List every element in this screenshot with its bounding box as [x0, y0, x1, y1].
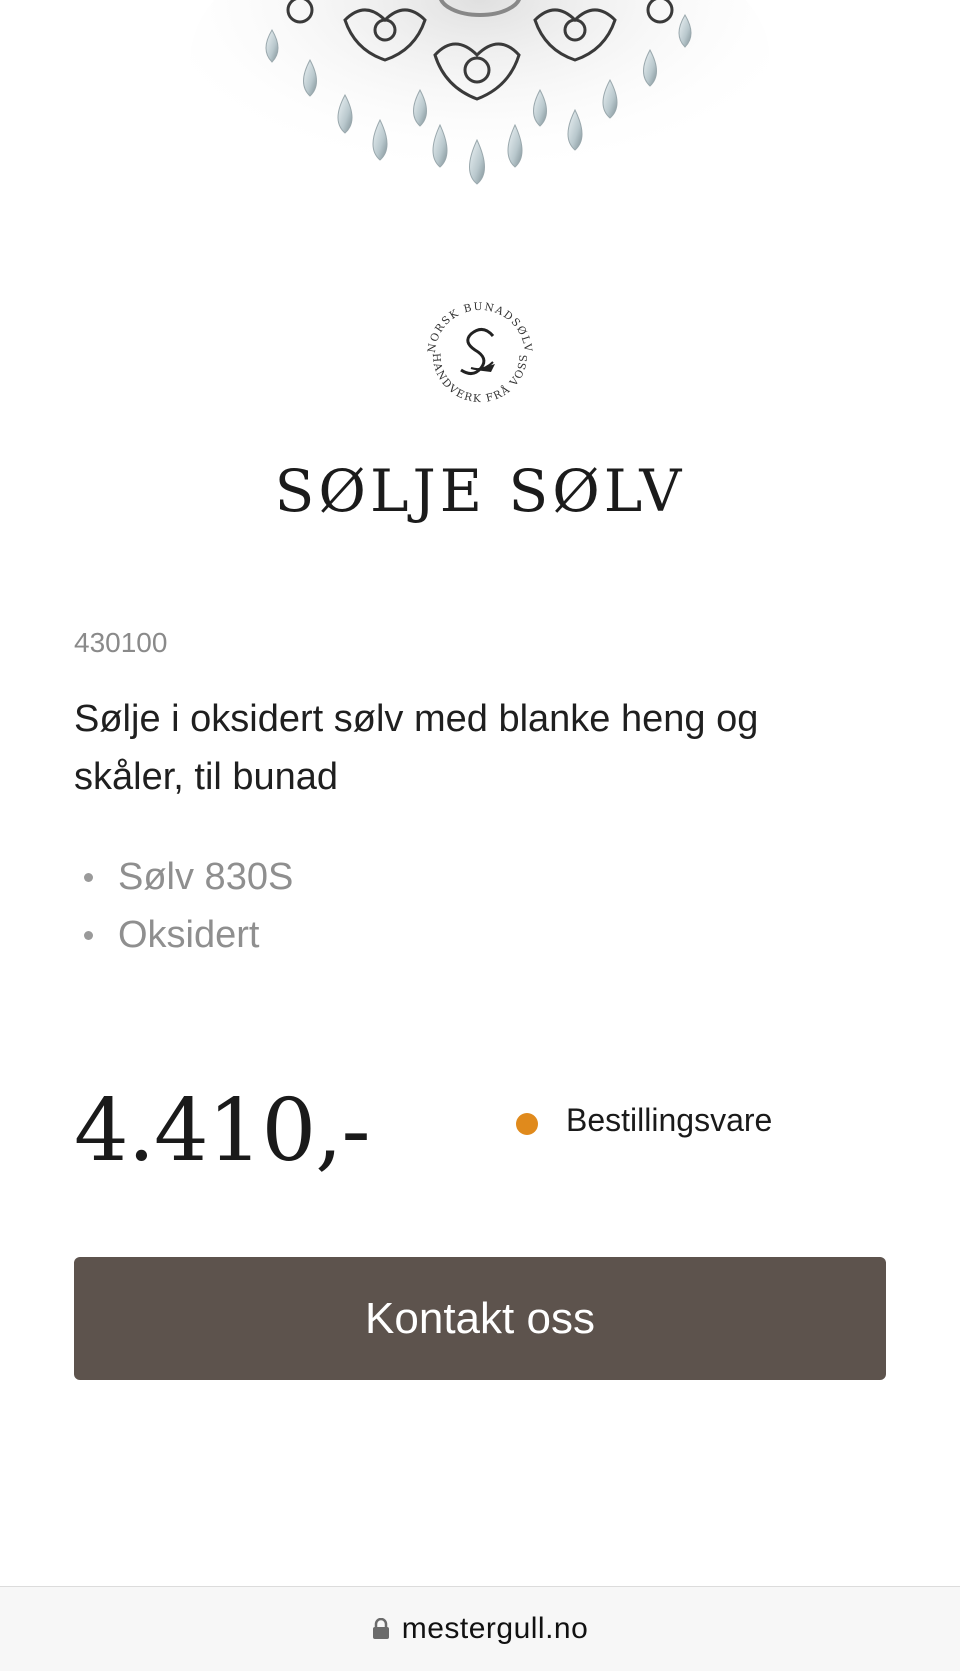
bullet-icon	[84, 872, 93, 882]
svg-text:HANDVERK FRÅ VOSS: HANDVERK FRÅ VOSS	[430, 353, 530, 405]
bullet-icon	[84, 930, 93, 940]
lock-icon	[372, 1618, 389, 1639]
product-price: 4.410,-	[74, 1081, 371, 1181]
product-title: Sølje i oksidert sølv med blanke heng og…	[74, 698, 759, 798]
brand-logo: NORSK BUNADSØLV HANDVERK FRÅ VOSS	[415, 290, 545, 420]
feature-item: Sølv 830S	[74, 848, 293, 906]
product-sku: 430100	[74, 627, 168, 658]
feature-item: Oksidert	[74, 906, 293, 964]
status-dot-icon	[516, 1112, 538, 1135]
product-features: Sølv 830S Oksidert	[74, 848, 293, 964]
svg-text:NORSK BUNADSØLV: NORSK BUNADSØLV	[426, 301, 534, 354]
availability-label: Bestillingsvare	[566, 1102, 773, 1138]
product-image[interactable]	[0, 0, 960, 230]
feature-text: Sølv 830S	[118, 856, 294, 898]
feature-text: Oksidert	[118, 914, 260, 956]
contact-button[interactable]: Kontakt oss	[74, 1257, 886, 1380]
brand-name: SØLJE SØLV	[274, 457, 686, 525]
url-text[interactable]: mestergull.no	[402, 1612, 589, 1646]
browser-address-bar[interactable]: mestergull.no	[0, 1586, 960, 1671]
availability-status: Bestillingsvare	[516, 1102, 772, 1139]
